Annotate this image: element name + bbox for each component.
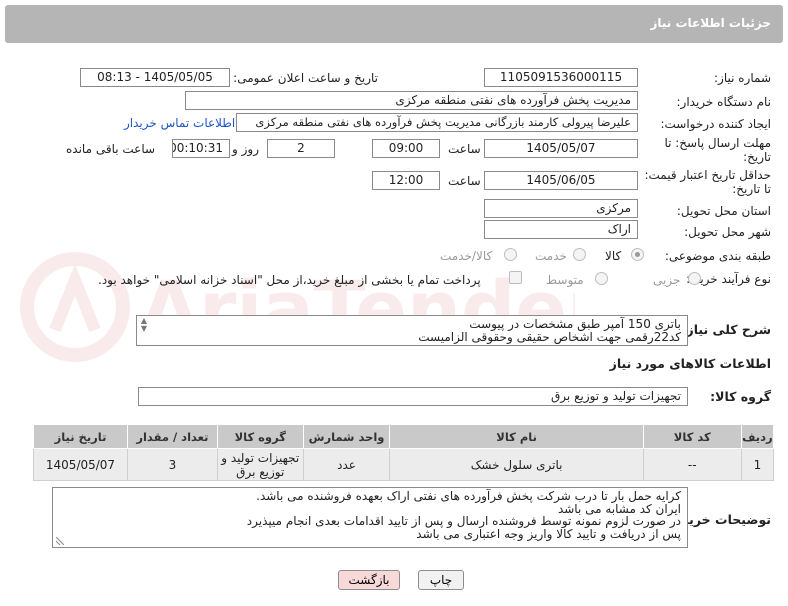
remaining-time-label: ساعت باقی مانده: [66, 142, 156, 156]
process-option-medium: متوسط: [546, 273, 584, 287]
goods-group-label: گروه کالا:: [710, 389, 771, 404]
days-remaining-field[interactable]: 2: [267, 139, 335, 158]
column-header: گروه کالا: [216, 424, 304, 449]
row-code: --: [642, 448, 742, 481]
category-radio-goods-service[interactable]: [504, 248, 517, 261]
row-index: 1: [740, 448, 775, 481]
back-button[interactable]: بازگشت: [338, 570, 400, 590]
buyer-org-label: نام دستگاه خریدار:: [676, 95, 772, 109]
price-validity-label-2: تا تاریخ:: [732, 182, 771, 196]
need-number-label: شماره نیاز:: [714, 71, 771, 85]
row-group-line: توزیع برق: [236, 464, 285, 479]
price-time-label: ساعت: [448, 174, 481, 188]
buyer-notes-line: پس از دریافت و تایید کالا واریز وجه اعتب…: [416, 526, 681, 541]
buyer-notes-line: کرایه حمل بار تا درب شرکت پخش فرآورده ها…: [256, 489, 681, 503]
buyer-notes-line: در صورت لزوم نمونه توسط فروشنده ارسال و …: [246, 514, 681, 528]
category-option-goods: کالا: [605, 249, 622, 263]
category-radio-goods[interactable]: [631, 248, 644, 261]
province-field[interactable]: مرکزی: [484, 199, 638, 218]
column-header: ردیف: [740, 424, 775, 449]
column-header: نام کالا: [389, 424, 644, 449]
row-qty: 3: [126, 448, 218, 481]
price-validity-time-field[interactable]: 12:00: [372, 171, 440, 190]
table-row[interactable]: 1 -- باتری سلول خشک عدد تجهیزات تولید و …: [33, 448, 775, 481]
category-radio-service[interactable]: [573, 248, 586, 261]
column-header: تاریخ نیاز: [33, 424, 128, 449]
treasury-payment-note: پرداخت تمام یا بخشی از مبلغ خرید،از محل …: [98, 273, 481, 287]
buyer-org-field[interactable]: مدیریت پخش فرآورده های نفتی منطقه مرکزی: [185, 91, 638, 110]
reply-deadline-label-2: تاریخ:: [743, 150, 771, 164]
resize-handle-icon[interactable]: [56, 537, 64, 545]
row-date: 1405/05/07: [33, 448, 128, 481]
province-label: استان محل تحویل:: [676, 204, 771, 218]
reply-time-label: ساعت: [448, 142, 481, 156]
process-option-minor: جزیی: [653, 273, 681, 287]
category-option-service: خدمت: [535, 249, 567, 263]
print-button[interactable]: چاپ: [418, 570, 464, 590]
goods-group-field[interactable]: تجهیزات تولید و توزیع برق: [138, 387, 688, 406]
row-group-line: تجهیزات تولید و: [221, 450, 300, 465]
table-header-row: ردیف کد کالا نام کالا واحد شمارش گروه کا…: [33, 424, 775, 449]
announce-date-field[interactable]: 1405/05/05 - 08:13: [80, 68, 230, 87]
buyer-contact-link[interactable]: اطلاعات تماس خریدار: [124, 116, 235, 130]
description-textarea[interactable]: باتری 150 آمپر طبق مشخصات در پیوست کد22ر…: [136, 315, 688, 346]
goods-section-title: اطلاعات کالاهای مورد نیاز: [609, 356, 771, 371]
column-header: کد کالا: [642, 424, 742, 449]
description-line: کد22رقمی جهت اشخاص حقیقی وحقوقی الزامیست: [418, 329, 681, 344]
price-validity-label: حداقل تاریخ اعتبار قیمت:: [644, 168, 771, 182]
description-line: باتری 150 آمپر طبق مشخصات در پیوست: [469, 317, 681, 331]
scroll-arrows-icon[interactable]: ▲ ▼: [138, 317, 150, 333]
reply-deadline-label: مهلت ارسال پاسخ: تا: [664, 136, 771, 150]
announce-date-label: تاریخ و ساعت اعلان عمومی:: [233, 71, 378, 85]
column-header: تعداد / مقدار: [126, 424, 218, 449]
days-label: روز و: [232, 142, 259, 156]
category-label: طبقه بندی موضوعی:: [664, 249, 771, 263]
price-validity-date-field[interactable]: 1405/06/05: [484, 171, 638, 190]
category-option-goods-service: کالا/خدمت: [440, 249, 493, 263]
buyer-notes-textarea[interactable]: کرایه حمل بار تا درب شرکت پخش فرآورده ها…: [52, 487, 688, 548]
city-label: شهر محل تحویل:: [684, 225, 771, 239]
reply-date-field[interactable]: 1405/05/07: [484, 139, 638, 158]
process-radio-medium[interactable]: [595, 272, 608, 285]
city-field[interactable]: اراک: [484, 220, 638, 239]
description-label: شرح کلی نیاز:: [681, 322, 771, 337]
process-radio-minor[interactable]: [688, 272, 701, 285]
creator-field[interactable]: علیرضا پیرولی کارمند بازرگانی مدیریت پخش…: [236, 113, 638, 132]
column-header: واحد شمارش: [302, 424, 391, 449]
row-name: باتری سلول خشک: [389, 448, 644, 481]
treasury-payment-checkbox[interactable]: [509, 271, 522, 284]
row-group: تجهیزات تولید و توزیع برق: [216, 448, 304, 481]
row-unit: عدد: [302, 448, 391, 481]
creator-label: ایجاد کننده درخواست:: [660, 117, 771, 131]
need-number-field[interactable]: 1105091536000115: [484, 68, 638, 87]
goods-table: ردیف کد کالا نام کالا واحد شمارش گروه کا…: [33, 424, 775, 481]
remaining-time-field[interactable]: 00:10:31: [172, 139, 230, 158]
reply-time-field[interactable]: 09:00: [372, 139, 440, 158]
page-header: جزئیات اطلاعات نیاز: [5, 5, 783, 43]
page-title: جزئیات اطلاعات نیاز: [650, 16, 771, 30]
